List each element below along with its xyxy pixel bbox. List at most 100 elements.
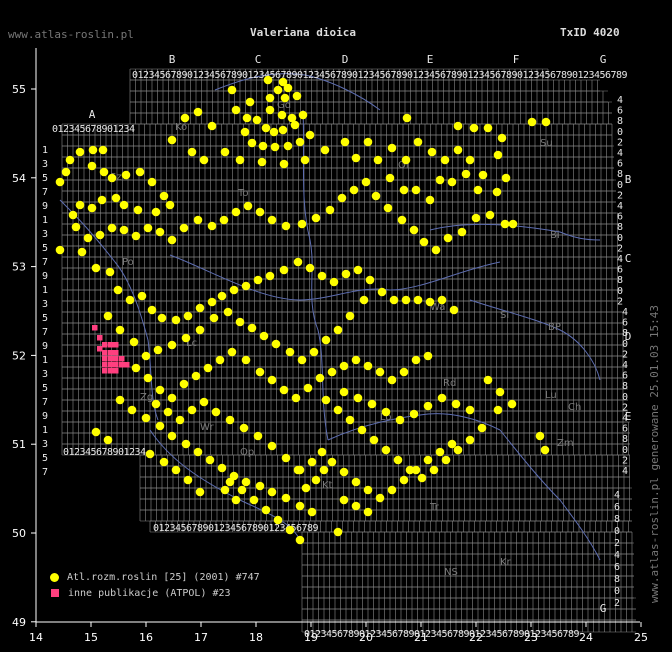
y-tick-label: 55 [12, 83, 26, 96]
atpol-row-digit: 6 [622, 371, 628, 382]
record-dot [477, 423, 487, 433]
record-dot [373, 155, 383, 165]
record-dot [115, 325, 125, 335]
record-dot [167, 235, 177, 245]
record-dot [465, 155, 475, 165]
record-dot [333, 405, 343, 415]
record-dot [295, 465, 305, 475]
record-dot [273, 85, 283, 95]
atpol-column-letter: E [427, 53, 434, 66]
record-dot [179, 379, 189, 389]
record-dot [353, 265, 363, 275]
atpol-row-digit: 1 [42, 145, 48, 156]
legend-label: Atl.rozm.roslin [25] (2001) #747 [67, 571, 260, 583]
atpol-row-digit: 5 [42, 453, 48, 464]
record-dot [501, 173, 511, 183]
record-dot [195, 487, 205, 497]
record-dot [411, 355, 421, 365]
pink-square-icon [51, 589, 59, 597]
record-dot [143, 223, 153, 233]
x-tick-label: 18 [249, 631, 263, 644]
record-dot [267, 375, 277, 385]
y-tick-label: 51 [12, 438, 26, 451]
other-record-square [113, 368, 119, 374]
record-dot [409, 409, 419, 419]
record-dot [127, 405, 137, 415]
record-dot [399, 185, 409, 195]
region-label: Zm [557, 438, 574, 449]
region-label: Lu [545, 390, 557, 401]
record-dot [88, 145, 98, 155]
record-dot [333, 325, 343, 335]
record-dot [437, 295, 447, 305]
record-dot [465, 435, 475, 445]
record-dot [387, 375, 397, 385]
record-dot [385, 173, 395, 183]
record-dot [71, 222, 81, 232]
record-dot [235, 155, 245, 165]
atpol-row-digit: 6 [617, 212, 623, 223]
legend: Atl.rozm.roslin [25] (2001) #747 inne pu… [50, 569, 260, 601]
record-dot [252, 115, 262, 125]
record-dot [131, 363, 141, 373]
atpol-row-digit: 4 [617, 254, 623, 265]
record-dot [247, 138, 257, 148]
atpol-row-digit: 3 [42, 299, 48, 310]
atpol-row-digit: 4 [614, 490, 620, 501]
region-label: Wr [200, 422, 214, 433]
x-tick-label: 14 [29, 631, 43, 644]
record-dot [231, 105, 241, 115]
record-dot [155, 385, 165, 395]
region-label: Kt [322, 480, 333, 491]
record-dot [399, 367, 409, 377]
record-dot [242, 113, 252, 123]
atpol-row-digit: 8 [617, 169, 623, 180]
other-record-square [92, 325, 98, 331]
record-dot [155, 227, 165, 237]
record-dot [237, 485, 247, 495]
record-dot [183, 311, 193, 321]
atpol-row-digit: 7 [42, 187, 48, 198]
record-dot [253, 431, 263, 441]
atpol-row-letter: G [600, 602, 607, 615]
record-dot [205, 455, 215, 465]
record-dot [315, 373, 325, 383]
other-record-square [97, 335, 103, 341]
atpol-row-digit: 9 [42, 411, 48, 422]
record-dot [387, 143, 397, 153]
record-dot [363, 507, 373, 517]
atpol-row-digit: 2 [617, 190, 623, 201]
record-dot [171, 465, 181, 475]
record-dot [478, 170, 488, 180]
record-dot [339, 467, 349, 477]
atpol-row-digit: 1 [42, 425, 48, 436]
record-dot [255, 207, 265, 217]
record-dot [75, 147, 85, 157]
record-dot [181, 333, 191, 343]
region-labels: SuBiSiBPLuChRdZmKtTrNSKrLoPoWaToGdKoSzLc… [110, 100, 581, 578]
record-dot [425, 195, 435, 205]
record-dot [363, 485, 373, 495]
record-dot [309, 347, 319, 357]
record-dot [207, 221, 217, 231]
record-dot [399, 475, 409, 485]
record-dot [303, 383, 313, 393]
record-dot [473, 185, 483, 195]
atpol-digit: 9 [573, 629, 579, 640]
atpol-row-digit: 5 [42, 313, 48, 324]
record-dot [183, 475, 193, 485]
record-dot [111, 193, 121, 203]
record-dot [87, 203, 97, 213]
atpol-row-digit: 4 [617, 148, 623, 159]
record-dot [167, 393, 177, 403]
record-dot [401, 295, 411, 305]
record-dot [175, 415, 185, 425]
atpol-row-digit: 6 [617, 159, 623, 170]
record-dot [129, 337, 139, 347]
atpol-row-digit: 5 [42, 243, 48, 254]
record-dot [395, 415, 405, 425]
record-dot [345, 311, 355, 321]
other-record-square [102, 356, 108, 362]
record-dot [279, 265, 289, 275]
record-dot [153, 345, 163, 355]
